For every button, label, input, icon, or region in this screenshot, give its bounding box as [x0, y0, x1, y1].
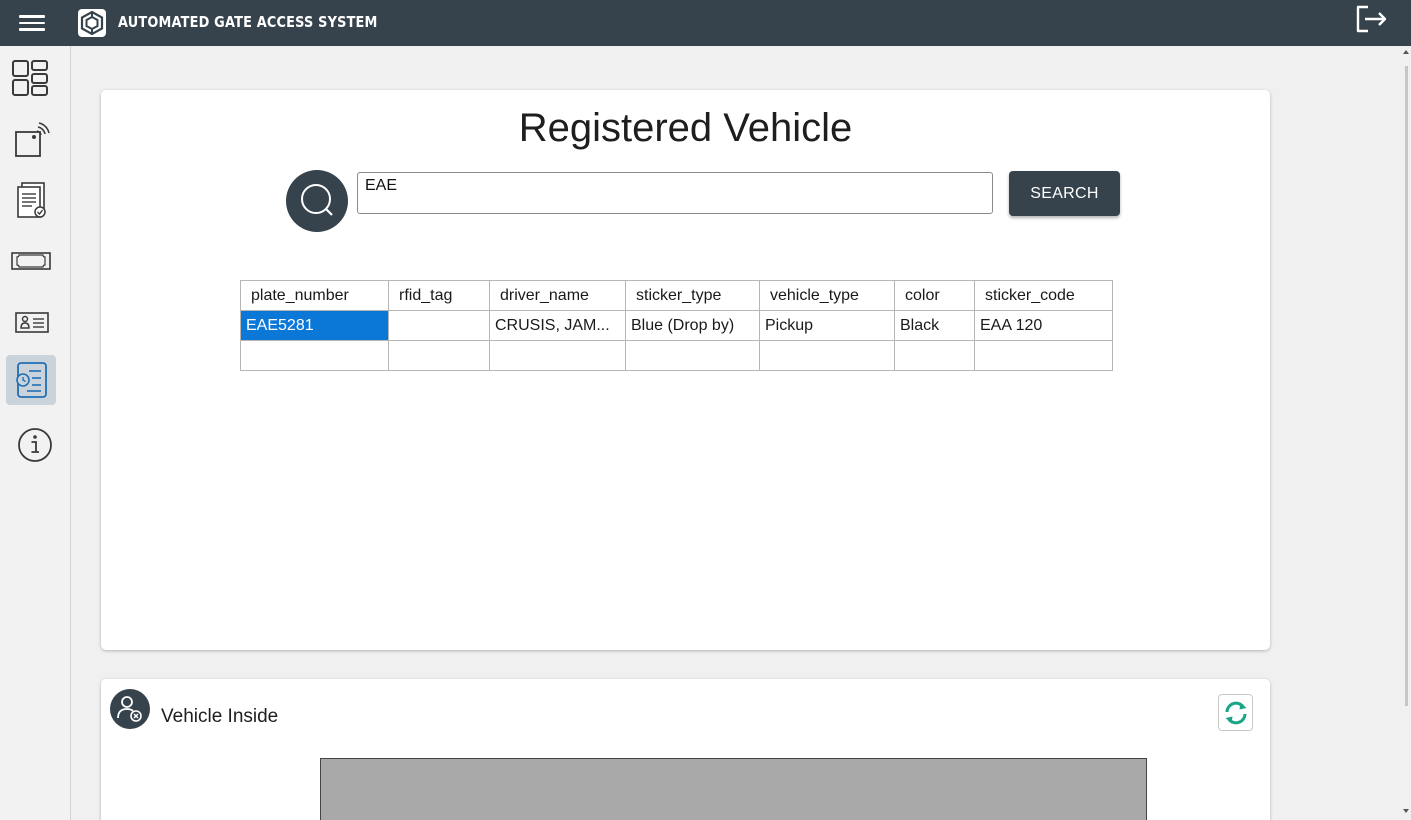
- gate-logo-icon: [78, 9, 106, 37]
- search-input[interactable]: EAE: [357, 172, 993, 214]
- table-cell[interactable]: [894, 340, 975, 371]
- table-cell[interactable]: Pickup: [759, 310, 895, 341]
- scroll-up-arrow-icon[interactable]: [1403, 50, 1409, 54]
- table-cell[interactable]: [974, 340, 1113, 371]
- table-row[interactable]: EAE5281 CRUSIS, JAM... Blue (Drop by) Pi…: [240, 310, 1113, 341]
- vehicle-inside-panel: [320, 758, 1147, 820]
- rfid-scanner-icon: [15, 122, 50, 157]
- column-header[interactable]: vehicle_type: [759, 280, 895, 311]
- table-header-row: plate_number rfid_tag driver_name sticke…: [240, 280, 1113, 311]
- scroll-down-arrow-icon[interactable]: [1403, 809, 1409, 813]
- table-cell[interactable]: [388, 340, 490, 371]
- scrollbar-thumb[interactable]: [1405, 66, 1408, 706]
- sidebar: [0, 46, 71, 820]
- top-bar: AUTOMATED GATE ACCESS SYSTEM: [0, 0, 1411, 46]
- column-header[interactable]: color: [894, 280, 975, 311]
- table-cell[interactable]: [489, 340, 626, 371]
- menu-icon[interactable]: [19, 11, 45, 33]
- id-card-icon: [15, 312, 49, 333]
- vehicle-inside-title: Vehicle Inside: [161, 706, 279, 727]
- vehicle-inside-icon: [110, 689, 150, 729]
- sticker-icon: [11, 252, 51, 270]
- column-header[interactable]: plate_number: [240, 280, 389, 311]
- search-input-value: EAE: [365, 177, 398, 194]
- logout-icon[interactable]: [1352, 2, 1390, 36]
- page-title: Registered Vehicle: [518, 106, 853, 150]
- sidebar-item-drivers[interactable]: [6, 297, 56, 347]
- vehicle-inside-card: Vehicle Inside: [101, 679, 1270, 820]
- table-cell[interactable]: CRUSIS, JAM...: [489, 310, 626, 341]
- registered-vehicle-table: plate_number rfid_tag driver_name sticke…: [240, 280, 1113, 371]
- refresh-icon: [1225, 701, 1246, 724]
- sidebar-item-rfid[interactable]: [6, 115, 56, 165]
- registered-vehicle-list-icon: [16, 362, 47, 398]
- column-header[interactable]: driver_name: [489, 280, 626, 311]
- dashboard-icon: [12, 60, 48, 96]
- table-cell[interactable]: Black: [894, 310, 975, 341]
- vertical-scrollbar[interactable]: [1402, 46, 1411, 820]
- table-cell[interactable]: [625, 340, 760, 371]
- table-cell[interactable]: EAA 120: [974, 310, 1113, 341]
- sidebar-item-dashboard[interactable]: [6, 54, 56, 104]
- app-title: AUTOMATED GATE ACCESS SYSTEM: [118, 13, 378, 31]
- info-icon: [18, 428, 52, 462]
- search-icon[interactable]: [286, 170, 348, 232]
- column-header[interactable]: rfid_tag: [388, 280, 490, 311]
- sidebar-item-registered-vehicle[interactable]: [6, 355, 56, 405]
- report-document-icon: [17, 182, 46, 218]
- table-cell[interactable]: [759, 340, 895, 371]
- column-header[interactable]: sticker_type: [625, 280, 760, 311]
- table-cell[interactable]: EAE5281: [240, 310, 389, 341]
- column-header[interactable]: sticker_code: [974, 280, 1113, 311]
- sidebar-item-about[interactable]: [6, 416, 56, 466]
- table-cell[interactable]: [240, 340, 389, 371]
- table-cell[interactable]: [388, 310, 490, 341]
- refresh-button[interactable]: [1218, 694, 1253, 731]
- registered-vehicle-card: Registered Vehicle EAE SEARCH plate_numb…: [101, 90, 1270, 650]
- sidebar-item-reports[interactable]: [6, 176, 56, 226]
- sidebar-item-stickers[interactable]: [6, 236, 56, 286]
- table-cell[interactable]: Blue (Drop by): [625, 310, 760, 341]
- search-button[interactable]: SEARCH: [1009, 171, 1120, 216]
- table-row[interactable]: [240, 340, 1113, 371]
